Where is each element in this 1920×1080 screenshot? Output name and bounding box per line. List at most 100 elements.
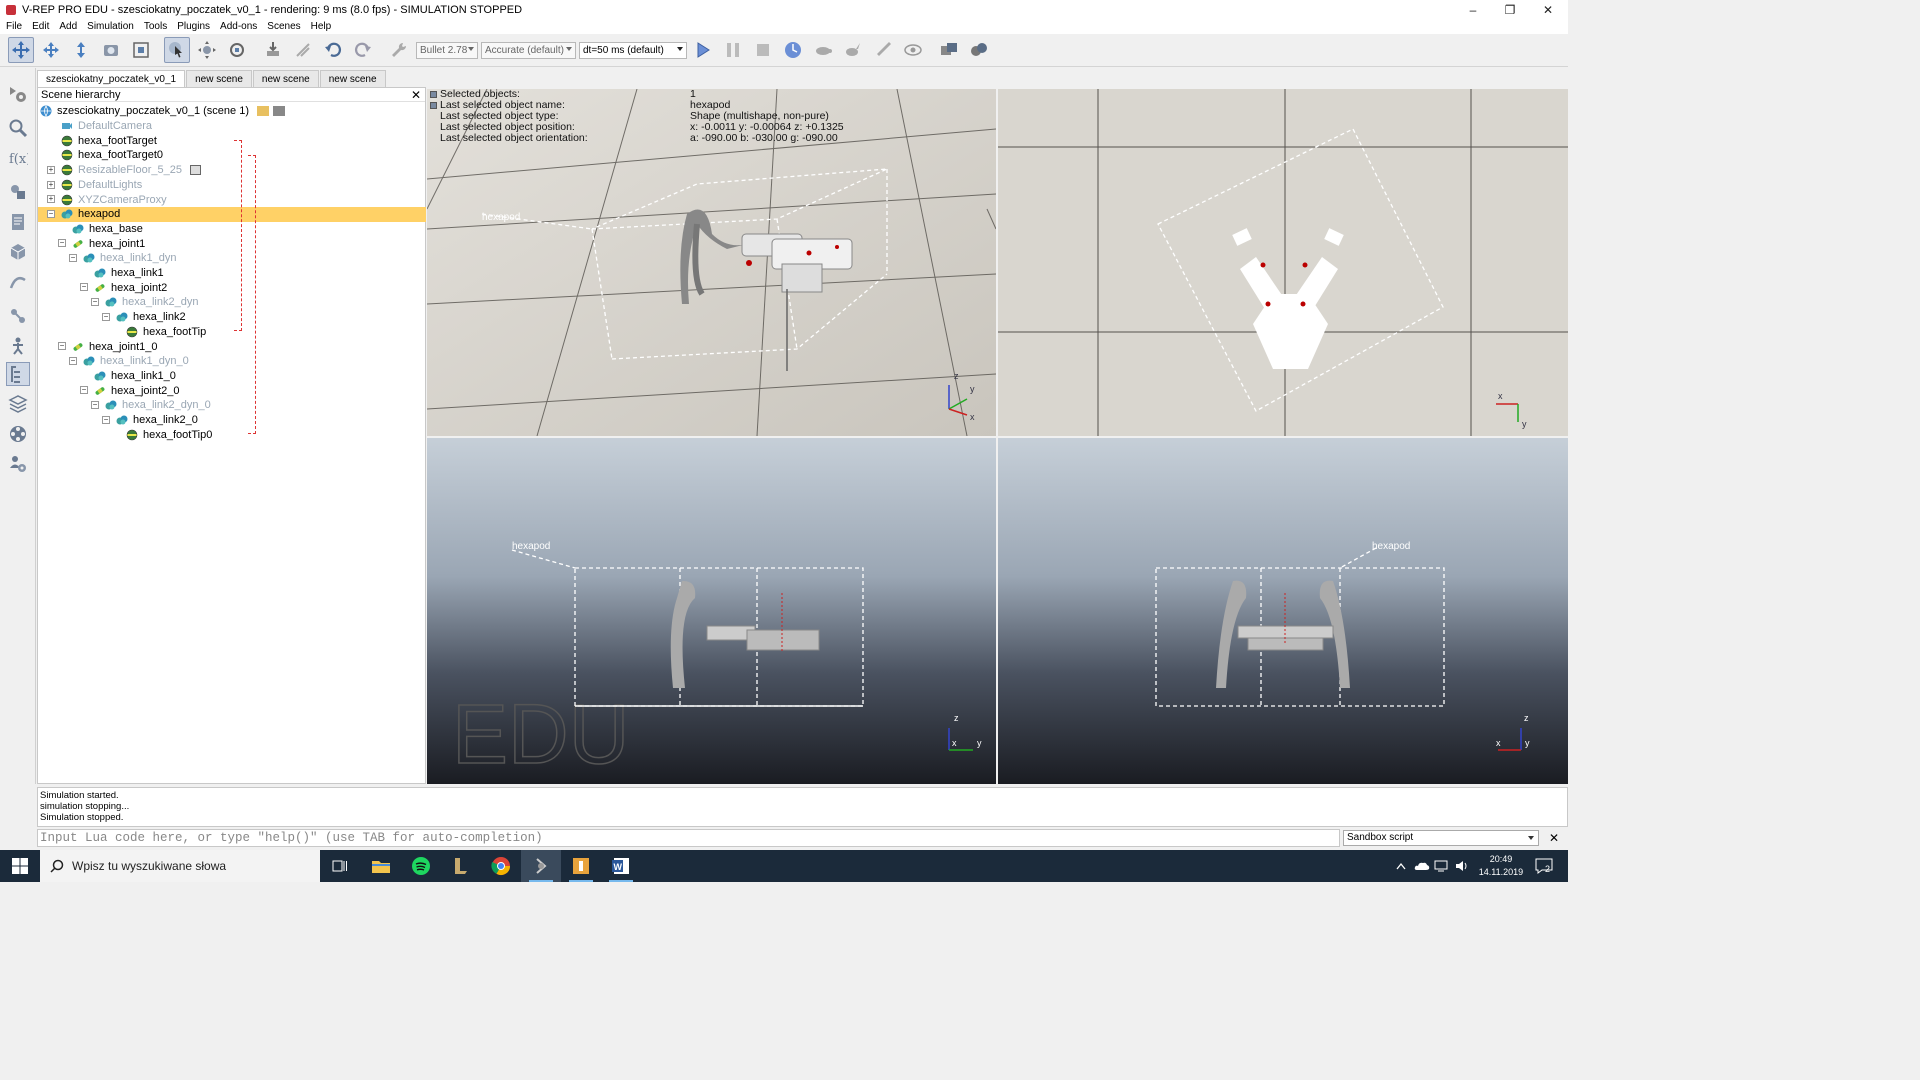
- tree-item-hexa-link2-dyn-0[interactable]: hexa_link2_dyn_0 −: [38, 398, 426, 413]
- info-expand-icon[interactable]: [430, 102, 437, 109]
- taskbar-impress[interactable]: [561, 850, 601, 882]
- tree-item-hexa-link2-0[interactable]: hexa_link2_0 −: [38, 413, 426, 428]
- expand-icon[interactable]: +: [47, 195, 55, 204]
- camera-angle-button[interactable]: [98, 37, 124, 63]
- menu-addons[interactable]: Add-ons: [216, 21, 261, 32]
- camera-rotate-button[interactable]: [38, 37, 64, 63]
- tree-item-hexa-link2[interactable]: hexa_link2 −: [38, 310, 426, 325]
- user-settings-button[interactable]: [6, 452, 30, 476]
- taskbar-file-explorer[interactable]: [361, 850, 401, 882]
- physics-engine-icon-button[interactable]: [386, 37, 412, 63]
- menu-tools[interactable]: Tools: [140, 21, 171, 32]
- scene-page-button[interactable]: [936, 37, 962, 63]
- collapse-icon[interactable]: −: [91, 298, 99, 307]
- visualization-toggle-button[interactable]: [900, 37, 926, 63]
- layers-toggle-button[interactable]: [6, 392, 30, 416]
- stop-simulation-button[interactable]: [750, 37, 776, 63]
- expand-icon[interactable]: +: [47, 180, 55, 189]
- tree-item-hexapod[interactable]: hexapod −: [38, 206, 426, 222]
- tree-item-hexa-link1-0[interactable]: hexa_link1_0: [38, 369, 426, 384]
- tree-item-hexa-link1[interactable]: hexa_link1: [38, 266, 426, 281]
- viewport-side[interactable]: EDU hexapod z x y: [427, 438, 996, 784]
- path-edit-button[interactable]: [6, 270, 30, 294]
- tree-item-hexa-joint2-0[interactable]: hexa_joint2_0 −: [38, 383, 426, 398]
- model-browser-button[interactable]: [6, 422, 30, 446]
- minimize-button[interactable]: –: [1453, 0, 1493, 19]
- collections-button[interactable]: [6, 180, 30, 204]
- tree-item-hexa-foottip[interactable]: hexa_footTip: [38, 325, 426, 340]
- undo-button[interactable]: [320, 37, 346, 63]
- timestep-select[interactable]: dt=50 ms (default): [579, 41, 687, 59]
- camera-shift-button[interactable]: [68, 37, 94, 63]
- layers-button[interactable]: [966, 37, 992, 63]
- camera-pan-button[interactable]: [8, 37, 34, 63]
- start-button[interactable]: [0, 850, 40, 882]
- object-shift-button[interactable]: [194, 37, 220, 63]
- fit-to-view-button[interactable]: [128, 37, 154, 63]
- menu-file[interactable]: File: [2, 21, 26, 32]
- scene-script-icon[interactable]: [257, 106, 269, 117]
- task-view-button[interactable]: [320, 850, 360, 882]
- start-simulation-button[interactable]: [690, 37, 716, 63]
- physics-engine-select[interactable]: Bullet 2.78: [416, 41, 478, 59]
- onedrive-icon[interactable]: [1412, 850, 1432, 882]
- taskbar-league-app[interactable]: [441, 850, 481, 882]
- viewport-top[interactable]: x y: [998, 89, 1568, 436]
- menu-simulation[interactable]: Simulation: [83, 21, 138, 32]
- collapse-icon[interactable]: −: [80, 386, 88, 395]
- collapse-icon[interactable]: −: [47, 209, 55, 218]
- tree-item-hexa-foottarget0[interactable]: hexa_footTarget0: [38, 148, 426, 163]
- system-clock[interactable]: 20:49 14.11.2019: [1478, 853, 1524, 879]
- tree-item-hexa-joint2[interactable]: hexa_joint2 −: [38, 280, 426, 295]
- script-icon[interactable]: [189, 165, 201, 176]
- script-target-select[interactable]: Sandbox script: [1343, 830, 1539, 846]
- accuracy-select[interactable]: Accurate (default): [481, 41, 576, 59]
- tab-scene-3[interactable]: new scene: [252, 70, 319, 87]
- object-rotate-button[interactable]: [224, 37, 250, 63]
- expand-icon[interactable]: +: [47, 165, 55, 174]
- viewport-front[interactable]: hexapod z x y: [998, 438, 1568, 784]
- volume-icon[interactable]: [1452, 850, 1472, 882]
- tree-item-scene-root[interactable]: szesciokatny_poczatek_v0_1 (scene 1): [38, 104, 426, 119]
- network-icon[interactable]: [1432, 850, 1452, 882]
- click-select-button[interactable]: [164, 37, 190, 63]
- simulation-settings-button[interactable]: [6, 82, 30, 106]
- selection-button[interactable]: [6, 116, 30, 140]
- slow-down-button[interactable]: [810, 37, 836, 63]
- tree-item-defaultcamera[interactable]: DefaultCamera: [38, 119, 426, 134]
- pause-simulation-button[interactable]: [720, 37, 746, 63]
- tree-item-hexa-foottarget[interactable]: hexa_footTarget: [38, 133, 426, 148]
- tray-expand-icon[interactable]: [1394, 850, 1408, 882]
- redo-button[interactable]: [350, 37, 376, 63]
- tree-item-defaultlights[interactable]: DefaultLights +: [38, 178, 426, 193]
- close-button[interactable]: ✕: [1528, 0, 1568, 19]
- collapse-icon[interactable]: −: [102, 312, 110, 321]
- scripts-button[interactable]: [6, 210, 30, 234]
- collapse-icon[interactable]: −: [80, 283, 88, 292]
- scene-hierarchy-toggle-button[interactable]: [6, 362, 30, 386]
- taskbar-search-input[interactable]: Wpisz tu wyszukiwane słowa: [40, 850, 320, 882]
- taskbar-vrep[interactable]: [521, 850, 561, 882]
- restore-button[interactable]: ❐: [1490, 0, 1530, 19]
- collapse-icon[interactable]: −: [69, 356, 77, 365]
- collapse-icon[interactable]: −: [69, 254, 77, 262]
- tree-item-hexa-base[interactable]: hexa_base: [38, 222, 426, 237]
- taskbar-word[interactable]: W: [601, 850, 641, 882]
- tree-item-hexa-link1-dyn-0[interactable]: hexa_link1_dyn_0 −: [38, 354, 426, 369]
- tab-scene-1[interactable]: szesciokatny_poczatek_v0_1: [37, 70, 186, 87]
- thread-rendering-button[interactable]: [870, 37, 896, 63]
- calculation-modules-button[interactable]: f(x): [6, 146, 30, 170]
- menu-plugins[interactable]: Plugins: [173, 21, 214, 32]
- collapse-icon[interactable]: −: [91, 401, 99, 409]
- tree-item-hexa-joint1[interactable]: hexa_joint1 −: [38, 236, 426, 251]
- close-icon[interactable]: ✕: [1546, 830, 1562, 846]
- ik-button[interactable]: [6, 304, 30, 328]
- menu-add[interactable]: Add: [55, 21, 81, 32]
- dynamics-button[interactable]: [6, 334, 30, 358]
- speed-up-button[interactable]: [840, 37, 866, 63]
- menu-edit[interactable]: Edit: [28, 21, 53, 32]
- tab-scene-2[interactable]: new scene: [186, 70, 252, 87]
- tree-item-hexa-foottip0[interactable]: hexa_footTip0: [38, 427, 426, 442]
- lua-command-input[interactable]: Input Lua code here, or type "help()" (u…: [37, 829, 1340, 847]
- collapse-icon[interactable]: −: [58, 342, 66, 351]
